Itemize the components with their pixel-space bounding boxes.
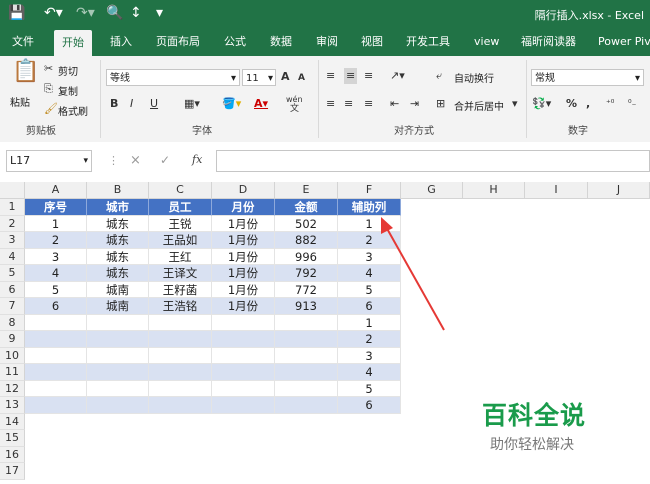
watermark-subtitle: 助你轻松解决	[490, 437, 574, 453]
watermark-title: 百科全说	[482, 401, 587, 430]
watermark: 百科全说 助你轻松解决	[482, 396, 586, 454]
arrow-line	[384, 224, 445, 331]
arrow-head	[381, 217, 393, 234]
